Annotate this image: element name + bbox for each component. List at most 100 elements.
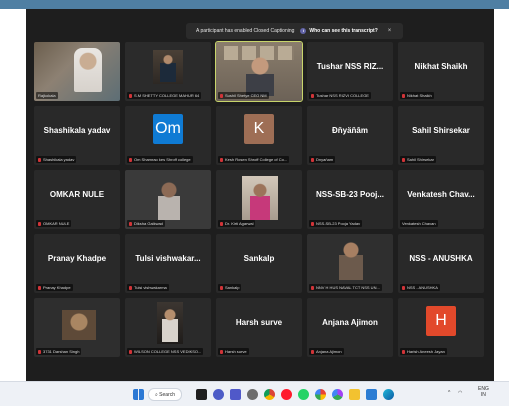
whatsapp-icon[interactable] — [298, 389, 309, 400]
muted-mic-icon — [129, 349, 132, 354]
participant-avatar: Om — [153, 114, 183, 144]
app-icon[interactable] — [315, 389, 326, 400]
region-code: IN — [480, 392, 486, 398]
participant-name-tag: 3731 Darshan Singh — [36, 348, 82, 355]
participant-tile-anushka[interactable]: NSS - ANUSHKA NSS - ANUSHKA — [398, 234, 484, 293]
close-banner-button[interactable]: × — [388, 28, 392, 34]
windows-start-icon[interactable] — [133, 389, 144, 400]
participant-name-tag: Tushar NSS RIZVI COLLEGE — [309, 92, 371, 99]
participant-tile-harish[interactable]: H Harish Aneesh Jayan — [398, 298, 484, 357]
participant-name-tag: Anjana Ajimon — [309, 348, 344, 355]
participant-tile-rajkokala[interactable]: Rajkokala — [34, 42, 120, 101]
participant-tile-shashikala[interactable]: Shashikala yadav Shashikala yadav — [34, 106, 120, 165]
muted-mic-icon — [311, 221, 314, 226]
app-icon-2[interactable] — [332, 389, 343, 400]
participant-tile-kesh[interactable]: K Kesh Rosen Shroff College of Co... — [216, 106, 302, 165]
participant-name: Tushar NSS RIZ... — [316, 62, 384, 71]
muted-mic-icon — [220, 93, 223, 98]
participant-tile-sahil[interactable]: Sahil Shirsekar Sahil Shirsekar — [398, 106, 484, 165]
wifi-icon: ◠ — [458, 390, 463, 396]
participant-name-tag: Kesh Rosen Shroff College of Co... — [218, 156, 290, 163]
participant-name-tag: Harish Aneesh Jayan — [400, 348, 447, 355]
transcript-link[interactable]: i Who can see this transcript? — [300, 28, 378, 34]
muted-mic-icon — [38, 221, 41, 226]
muted-mic-icon — [220, 285, 223, 290]
participant-name: Sankalp — [243, 254, 275, 263]
participant-name: Venkatesh Chav... — [407, 190, 475, 199]
participant-tile-venkatesh[interactable]: Venkatesh Chav... Venkatesh Chavan — [398, 170, 484, 229]
participant-tile-kirti[interactable]: Dr. Kirti Agarwal — [216, 170, 302, 229]
teams-icon[interactable] — [230, 389, 241, 400]
participant-name-tag: Harsh surve — [218, 348, 249, 355]
participant-video-person — [250, 182, 270, 220]
edge-icon[interactable] — [383, 389, 394, 400]
participant-name: Tulsi vishwakar... — [135, 254, 201, 263]
participant-name-tag: Nikhat Shaikh — [400, 92, 434, 99]
participant-tile-pranay[interactable]: Pranay Khadpe Pranay Khadpe — [34, 234, 120, 293]
muted-mic-icon — [38, 157, 41, 162]
taskbar-search[interactable]: ⌕ Search — [148, 388, 182, 401]
participant-name-tag: Sushil Shetye CEO NM — [218, 92, 269, 99]
participant-name-tag: Shashikala yadav — [36, 156, 77, 163]
file-explorer-icon[interactable] — [349, 389, 360, 400]
participant-name-tag: OMKAR NULE — [36, 220, 72, 227]
participant-avatar: K — [244, 114, 274, 144]
muted-mic-icon — [38, 285, 41, 290]
participant-name-tag: Rajkokala — [36, 92, 58, 99]
participant-name: Anjana Ajimon — [322, 318, 378, 327]
captions-icon: i — [300, 28, 307, 34]
transcript-link-label: Who can see this transcript? — [309, 28, 378, 34]
participant-name: Shashikala yadav — [43, 126, 111, 135]
participant-tile-nikhat[interactable]: Nikhat Shaikh Nikhat Shaikh — [398, 42, 484, 101]
participant-tile-sushil-shetye[interactable]: Sushil Shetye CEO NM — [215, 41, 303, 102]
participant-name-tag: WILSON COLLEGE NSS VEDIKSO... — [127, 348, 204, 355]
language-indicator[interactable]: ENG IN — [478, 386, 489, 398]
participant-video — [74, 48, 102, 92]
opera-icon[interactable] — [281, 389, 292, 400]
participant-name-tag: NNV H HUS NAVAL TCT NSS UN... — [309, 284, 382, 291]
store-icon[interactable] — [366, 389, 377, 400]
participant-tile-pooja[interactable]: NSS-SB-23 Pooj... NSS-SB-23 Pooja Yadav — [307, 170, 393, 229]
task-view-icon[interactable] — [196, 389, 207, 400]
participant-tile-dnyanam[interactable]: Đňyäňâm Dnyaňam — [307, 106, 393, 165]
banner-message: A participant has enabled Closed Caption… — [196, 28, 295, 34]
participant-tile-diksha[interactable]: Diksha Gaikwad — [125, 170, 211, 229]
participant-tile-sankalp[interactable]: Sankalp Sankalp — [216, 234, 302, 293]
muted-mic-icon — [129, 285, 132, 290]
participant-name-tag: Dnyaňam — [309, 156, 336, 163]
participant-tile-anjana[interactable]: Anjana Ajimon Anjana Ajimon — [307, 298, 393, 357]
muted-mic-icon — [311, 285, 314, 290]
participant-tile-darshan[interactable]: 3731 Darshan Singh — [34, 298, 120, 357]
participant-tile-harsh[interactable]: Harsh surve Harsh surve — [216, 298, 302, 357]
participant-video-person — [162, 308, 178, 342]
participant-name-tag: Om Shamrao kes Shroff college — [127, 156, 193, 163]
muted-mic-icon — [129, 157, 132, 162]
participant-name-tag: Sankalp — [218, 284, 242, 291]
participant-name-tag: Diksha Gaikwad — [127, 220, 165, 227]
participant-tile-wilson[interactable]: WILSON COLLEGE NSS VEDIKSO... — [125, 298, 211, 357]
participant-video-person — [160, 54, 176, 82]
participant-name-tag: Dr. Kirti Agarwal — [218, 220, 256, 227]
participant-name: OMKAR NULE — [49, 190, 105, 199]
participant-name: Nikhat Shaikh — [414, 62, 468, 71]
muted-mic-icon — [129, 93, 132, 98]
participant-tile-nnv[interactable]: NNV H HUS NAVAL TCT NSS UN... — [307, 234, 393, 293]
muted-mic-icon — [402, 285, 405, 290]
participant-avatar: H — [426, 306, 456, 336]
participant-tile-tulsi[interactable]: Tulsi vishwakar... Tulsi vishwakarma — [125, 234, 211, 293]
tray-chevron-icon[interactable]: ^ — [448, 390, 450, 396]
participant-name-tag: NSS - ANUSHKA — [400, 284, 440, 291]
participant-name: Harsh surve — [235, 318, 283, 327]
participant-name-tag: Sahil Shirsekar — [400, 156, 436, 163]
chat-icon[interactable] — [213, 389, 224, 400]
chrome-icon[interactable] — [264, 389, 275, 400]
participant-tile-om[interactable]: Om Om Shamrao kes Shroff college — [125, 106, 211, 165]
muted-mic-icon — [311, 157, 314, 162]
participant-video-person — [158, 180, 180, 220]
participant-tile-omkar[interactable]: OMKAR NULE OMKAR NULE — [34, 170, 120, 229]
participant-name-tag: Tulsi vishwakarma — [127, 284, 169, 291]
participant-tile-sm-shetty[interactable]: S.M SHETTY COLLEGE MAHUR 64 — [125, 42, 211, 101]
settings-icon[interactable] — [247, 389, 258, 400]
window-top-bar — [0, 0, 509, 9]
participant-tile-tushar[interactable]: Tushar NSS RIZ... Tushar NSS RIZVI COLLE… — [307, 42, 393, 101]
